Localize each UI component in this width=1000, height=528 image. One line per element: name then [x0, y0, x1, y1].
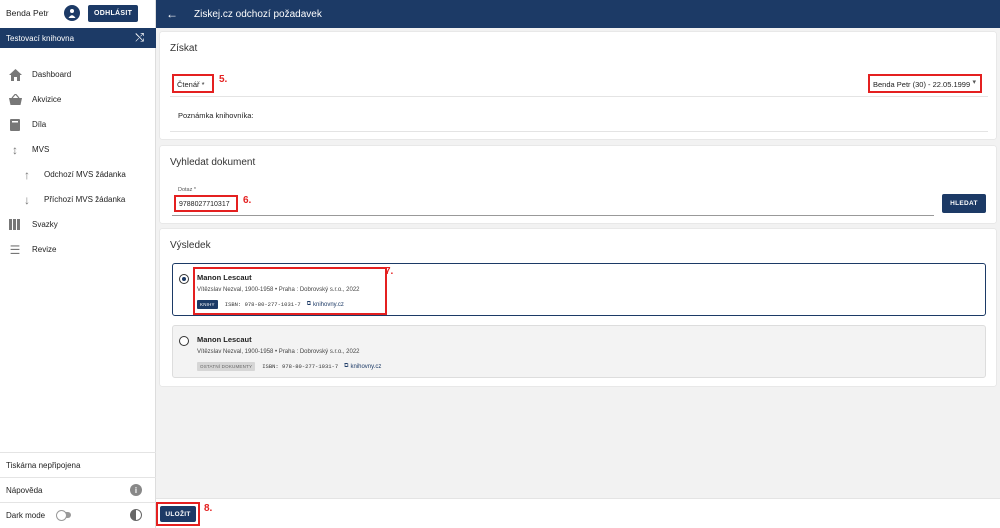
sidebar-item-svazky[interactable]: Svazky: [0, 212, 156, 237]
document-type-badge: OSTATNÍ DOKUMENTY: [197, 362, 256, 371]
sidebar-item-label: Díla: [32, 120, 47, 129]
help-label: Nápověda: [6, 485, 43, 495]
ziskat-card: Získat Čtenář * 5. Benda Petr (30) - 22.…: [160, 32, 996, 139]
sidebar-item-label: Akvizice: [32, 95, 62, 104]
results-title: Výsledek: [170, 240, 211, 251]
results-card: Výsledek Manon Lescaut Vítězslav Nezval,…: [160, 229, 996, 386]
result-meta: KNIHY ISBN: 978-80-277-1031-7 ⧉ knihovny…: [197, 300, 344, 309]
search-title: Vyhledat dokument: [170, 157, 256, 168]
library-name: Testovací knihovna: [6, 33, 75, 43]
query-input[interactable]: 9788027710317: [174, 195, 238, 212]
back-arrow-icon[interactable]: ←: [166, 7, 180, 21]
result-author: Vítězslav Nezval, 1900-1958 • Praha : Do…: [197, 287, 360, 293]
external-link-icon: ⧉: [344, 363, 349, 369]
user-name: Benda Petr: [6, 8, 49, 18]
sidebar: Benda Petr ODHLÁSIT Testovací knihovna ⤭…: [0, 0, 156, 528]
shuffle-icon: ⤭: [135, 31, 144, 44]
reader-select-value: Benda Petr (30) - 22.05.1999: [873, 80, 971, 89]
result-link[interactable]: knihovny.cz: [313, 302, 344, 308]
result-title: Manon Lescaut: [197, 273, 252, 282]
library-switcher[interactable]: Testovací knihovna ⤭: [0, 28, 156, 48]
printer-status: Tiskárna nepřipojena: [0, 452, 156, 477]
note-label: Poznámka knihovníka:: [178, 111, 254, 120]
reader-label: Čtenář *: [177, 80, 205, 89]
user-bar: Benda Petr ODHLÁSIT: [0, 0, 155, 26]
search-button[interactable]: HLEDAT: [942, 194, 986, 213]
reader-select[interactable]: Benda Petr (30) - 22.05.1999 ▾: [868, 74, 982, 93]
info-icon: i: [130, 484, 142, 496]
sidebar-item-dila[interactable]: Díla: [0, 112, 156, 137]
save-annotation: ULOŽIT: [156, 502, 200, 526]
radio-selected[interactable]: [179, 274, 189, 284]
external-link-icon: ⧉: [306, 301, 311, 307]
result-author: Vítězslav Nezval, 1900-1958 • Praha : Do…: [197, 349, 360, 355]
user-avatar-icon[interactable]: [64, 5, 80, 21]
swap-vertical-icon: ↕: [12, 142, 18, 157]
logout-button[interactable]: ODHLÁSIT: [88, 4, 139, 22]
printer-status-label: Tiskárna nepřipojena: [6, 460, 81, 470]
home-icon: [8, 68, 22, 82]
result-title: Manon Lescaut: [197, 335, 252, 344]
ziskat-title: Získat: [170, 43, 198, 54]
isbn: ISBN: 978-80-277-1031-7: [262, 363, 339, 370]
top-bar: ← Ziskej.cz odchozí požadavek: [156, 0, 1000, 28]
book-icon: [8, 118, 22, 132]
note-field[interactable]: [170, 131, 988, 132]
sidebar-item-revize[interactable]: ☰ Revize: [0, 237, 156, 262]
sidebar-item-mvs[interactable]: ↕ MVS: [0, 137, 156, 162]
sidebar-item-label: Příchozí MVS žádanka: [44, 195, 126, 204]
sidebar-item-prichozi-mvs[interactable]: ↓ Příchozí MVS žádanka: [0, 187, 156, 212]
arrow-up-icon: ↑: [24, 167, 30, 182]
annotation-8: 8.: [204, 503, 213, 514]
sidebar-item-label: Svazky: [32, 220, 58, 229]
contrast-icon[interactable]: [130, 509, 142, 521]
dark-mode-toggle[interactable]: [56, 510, 72, 521]
chevron-down-icon: ▾: [972, 79, 976, 86]
reader-label-annotation: Čtenář *: [172, 74, 214, 93]
page-title: Ziskej.cz odchozí požadavek: [194, 8, 322, 20]
result-item[interactable]: Manon Lescaut Vítězslav Nezval, 1900-195…: [172, 325, 986, 378]
dark-mode-label: Dark mode: [6, 510, 46, 520]
sidebar-bottom: Tiskárna nepřipojena Nápověda i Dark mod…: [0, 452, 156, 527]
search-card: Vyhledat dokument Dotaz * 9788027710317 …: [160, 146, 996, 223]
annotation-7: 7.: [385, 266, 394, 277]
document-type-badge: KNIHY: [197, 300, 218, 309]
sidebar-item-label: MVS: [32, 145, 50, 154]
isbn: ISBN: 978-80-277-1031-7: [224, 301, 301, 308]
result-link[interactable]: knihovny.cz: [350, 364, 381, 370]
checklist-icon: ☰: [9, 242, 21, 257]
help-item[interactable]: Nápověda i: [0, 477, 156, 502]
sidebar-item-label: Odchozí MVS žádanka: [44, 170, 126, 179]
annotation-5: 5.: [219, 74, 228, 85]
reader-row: [170, 96, 988, 97]
dark-mode-item: Dark mode: [0, 502, 156, 527]
basket-icon: [8, 93, 22, 107]
sidebar-nav: Dashboard Akvizice Díla ↕ MVS ↑ Odchozí …: [0, 62, 156, 262]
sidebar-item-dashboard[interactable]: Dashboard: [0, 62, 156, 87]
query-label: Dotaz *: [178, 187, 197, 193]
books-icon: [8, 218, 22, 232]
annotation-6: 6.: [243, 195, 252, 206]
arrow-down-icon: ↓: [24, 192, 30, 207]
result-item[interactable]: Manon Lescaut Vítězslav Nezval, 1900-195…: [172, 263, 986, 316]
result-meta: OSTATNÍ DOKUMENTY ISBN: 978-80-277-1031-…: [197, 362, 381, 371]
radio-unselected[interactable]: [179, 336, 189, 346]
sidebar-item-odchozi-mvs[interactable]: ↑ Odchozí MVS žádanka: [0, 162, 156, 187]
query-input-underline: [172, 215, 934, 216]
sidebar-item-label: Revize: [32, 245, 57, 254]
main-content: Získat Čtenář * 5. Benda Petr (30) - 22.…: [160, 32, 996, 386]
save-button[interactable]: ULOŽIT: [160, 506, 196, 522]
footer-bar: ULOŽIT 8.: [156, 498, 1000, 528]
sidebar-item-label: Dashboard: [32, 70, 72, 79]
sidebar-item-akvizice[interactable]: Akvizice: [0, 87, 156, 112]
query-value: 9788027710317: [179, 201, 230, 208]
